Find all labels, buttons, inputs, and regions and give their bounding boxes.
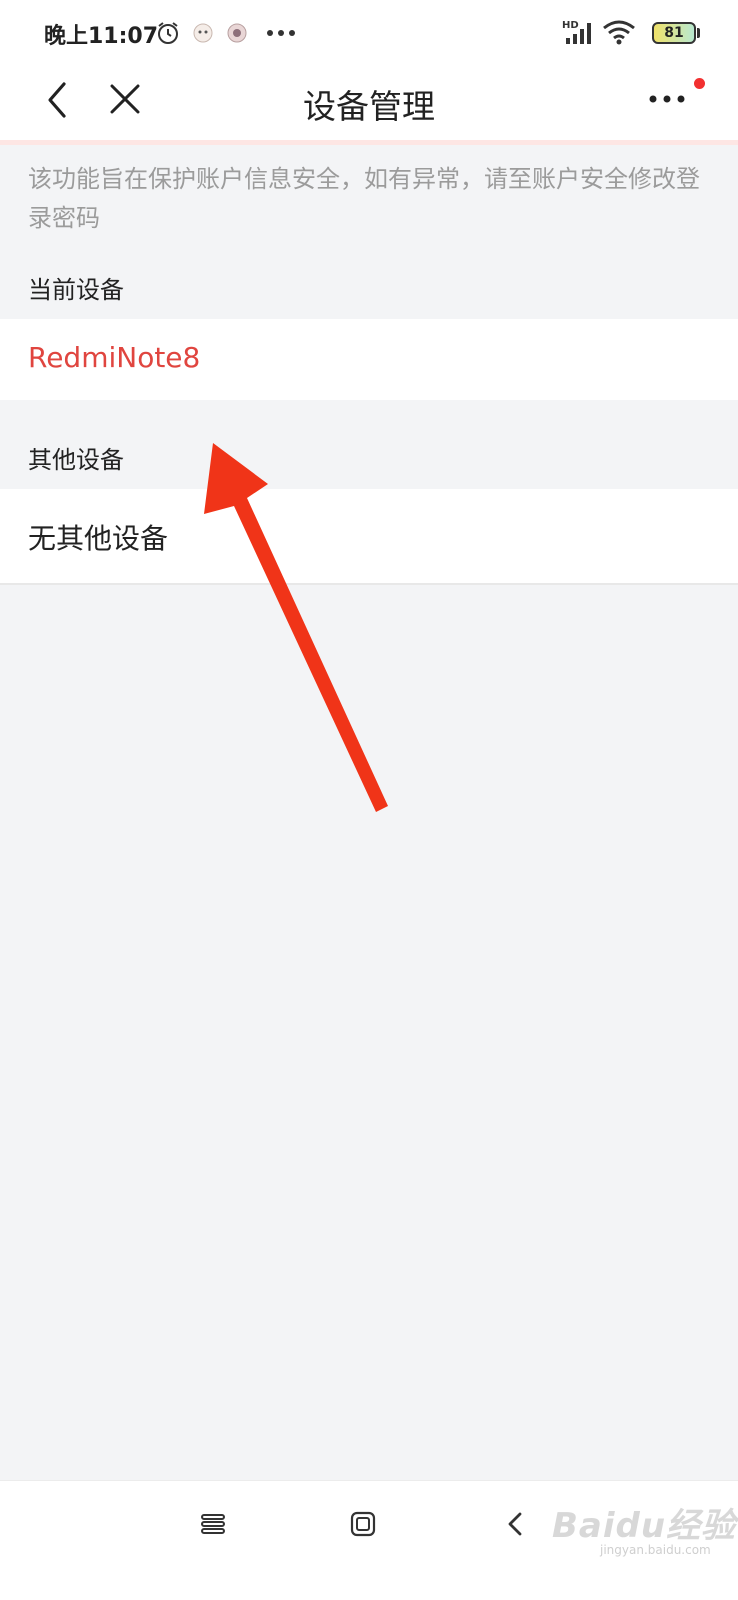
annotation-arrow xyxy=(204,443,388,812)
menu-icon[interactable] xyxy=(200,1512,226,1536)
home-square-icon[interactable] xyxy=(350,1511,376,1537)
back-chevron-icon[interactable] xyxy=(504,1510,526,1538)
baidu-watermark: Baidu经验 xyxy=(552,1506,737,1546)
baidu-watermark-url: jingyan.baidu.com xyxy=(600,1543,711,1557)
